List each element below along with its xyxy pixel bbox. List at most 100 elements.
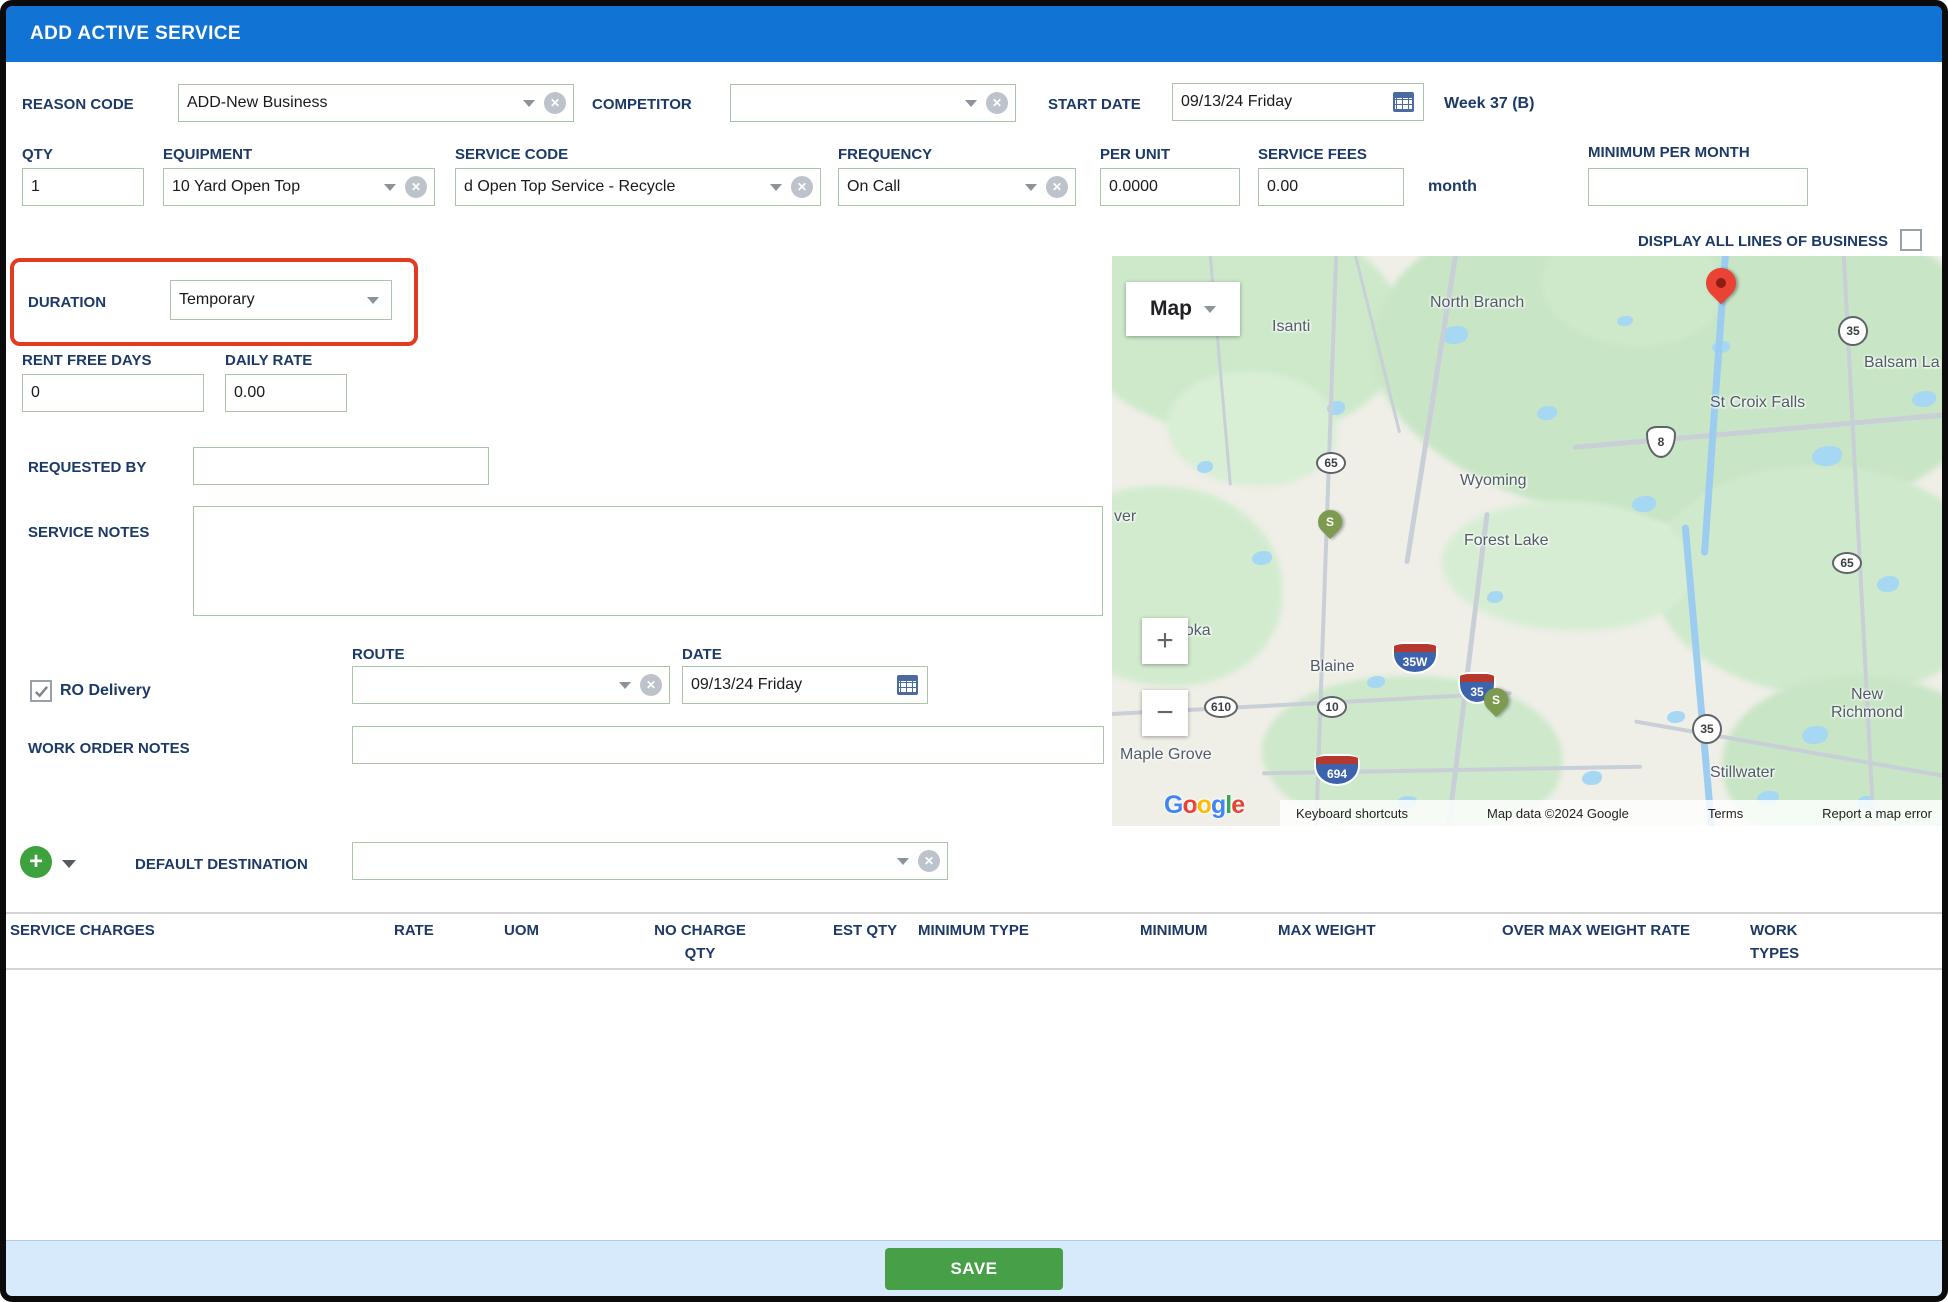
service-notes-textarea[interactable] [193,506,1103,616]
interstate-band [1316,756,1358,764]
service-notes-label: SERVICE NOTES [28,524,149,541]
duration-label: DURATION [28,294,106,311]
add-service-charge-button[interactable]: + [20,846,52,878]
stop-pin-label: S [1492,693,1500,707]
map-city-label: Stillwater [1710,764,1775,782]
location-pin-icon[interactable] [1706,268,1736,298]
duration-dropdown[interactable]: Temporary [170,280,392,320]
daily-rate-input[interactable] [225,374,347,412]
column-header-over-max-weight-rate: OVER MAX WEIGHT RATE [1502,920,1690,943]
column-header-rate: RATE [394,920,434,943]
map-city-label: North Branch [1430,294,1524,312]
stop-pin-icon[interactable]: S [1318,510,1342,534]
map-city-label: Isanti [1272,318,1310,336]
minimum-per-month-input[interactable] [1588,168,1808,206]
clear-icon[interactable]: ✕ [544,92,566,114]
clear-icon[interactable]: ✕ [791,176,813,198]
requested-by-input[interactable] [193,447,489,485]
logo-letter: G [1164,791,1182,819]
competitor-label: COMPETITOR [592,96,692,113]
display-all-lines-checkbox[interactable] [1900,229,1922,251]
google-map[interactable]: Isanti North Branch Balsam La St Croix F… [1112,256,1942,826]
chevron-down-icon[interactable] [62,860,76,868]
chevron-down-icon[interactable] [619,682,631,689]
clear-icon[interactable]: ✕ [986,92,1008,114]
equipment-dropdown[interactable]: 10 Yard Open Top ✕ [163,168,435,206]
column-header-no-charge-qty: NO CHARGE QTY [645,920,755,965]
map-lake [1667,711,1685,723]
default-destination-dropdown[interactable]: ✕ [352,842,948,880]
save-button[interactable]: SAVE [885,1248,1063,1290]
calendar-icon[interactable] [897,675,918,695]
work-order-notes-label: WORK ORDER NOTES [28,740,190,757]
competitor-dropdown[interactable]: ✕ [730,84,1016,122]
map-city-label: Balsam La [1864,354,1940,372]
start-date-input[interactable]: 09/13/24 Friday [1172,83,1424,121]
map-type-button[interactable]: Map [1126,282,1240,336]
duration-value: Temporary [179,291,255,309]
map-data-text: Map data ©2024 Google [1487,806,1629,821]
zoom-out-button[interactable]: − [1142,690,1188,736]
per-unit-input[interactable] [1100,168,1240,206]
map-city-label: New Richmond [1812,686,1922,722]
calendar-icon[interactable] [1393,92,1414,112]
interstate-35w-number: 35W [1403,655,1428,669]
check-icon [34,684,49,699]
chevron-down-icon [1204,306,1216,313]
ro-delivery-checkbox[interactable] [30,680,52,702]
report-map-error-link[interactable]: Report a map error [1822,806,1932,821]
route-35-shield: 35 [1838,316,1868,346]
chevron-down-icon[interactable] [770,184,782,191]
clear-icon[interactable]: ✕ [1046,176,1068,198]
minimum-per-month-label: MINIMUM PER MONTH [1588,144,1750,161]
zoom-in-button[interactable]: + [1142,618,1188,664]
chevron-down-icon[interactable] [384,184,396,191]
map-lake [1582,771,1602,785]
delivery-date-value: 09/13/24 Friday [691,676,802,694]
column-header-uom: UOM [504,920,539,943]
chevron-down-icon[interactable] [367,297,379,304]
delivery-date-input[interactable]: 09/13/24 Friday [682,666,928,704]
clear-icon[interactable]: ✕ [918,850,940,872]
reason-code-dropdown[interactable]: ADD-New Business ✕ [178,84,574,122]
ro-delivery-label: RO Delivery [60,682,151,700]
frequency-dropdown[interactable]: On Call ✕ [838,168,1076,206]
chevron-down-icon[interactable] [1025,184,1037,191]
column-header-est-qty: EST QTY [833,920,897,943]
service-code-dropdown[interactable]: d Open Top Service - Recycle ✕ [455,168,821,206]
column-header-minimum: MINIMUM [1140,920,1208,943]
map-attribution: Keyboard shortcuts Map data ©2024 Google… [1280,800,1942,826]
terms-link[interactable]: Terms [1708,806,1743,821]
service-fees-input[interactable] [1258,168,1404,206]
clear-icon[interactable]: ✕ [640,674,662,696]
map-city-label: Wyoming [1460,472,1527,490]
chevron-down-icon[interactable] [523,100,535,107]
work-order-notes-input[interactable] [352,726,1104,764]
map-city-label: Forest Lake [1464,532,1548,550]
pin-body [1700,262,1742,304]
service-code-label: SERVICE CODE [455,146,568,163]
pin-dot [1714,276,1728,290]
chevron-down-icon[interactable] [897,858,909,865]
stop-pin-icon[interactable]: S [1484,688,1508,712]
route-10-shield: 10 [1317,696,1347,718]
requested-by-label: REQUESTED BY [28,459,146,476]
week-note: Week 37 (B) [1444,95,1534,113]
column-header-max-weight: MAX WEIGHT [1278,920,1376,943]
column-header-minimum-type: MINIMUM TYPE [918,920,1029,943]
reason-code-value: ADD-New Business [187,94,327,112]
interstate-band [1460,674,1494,682]
interstate-35-number: 35 [1470,685,1483,699]
dialog-title: ADD ACTIVE SERVICE [30,23,241,45]
column-header-service-charges: SERVICE CHARGES [10,920,155,943]
route-35-shield: 35 [1692,714,1722,744]
route-dropdown[interactable]: ✕ [352,666,670,704]
logo-letter: e [1231,791,1244,819]
map-city-label: Blaine [1310,658,1354,676]
clear-icon[interactable]: ✕ [405,176,427,198]
rent-free-days-input[interactable] [22,374,204,412]
chevron-down-icon[interactable] [965,100,977,107]
keyboard-shortcuts-link[interactable]: Keyboard shortcuts [1296,806,1408,821]
map-city-label: Maple Grove [1120,746,1212,764]
qty-input[interactable] [22,168,144,206]
